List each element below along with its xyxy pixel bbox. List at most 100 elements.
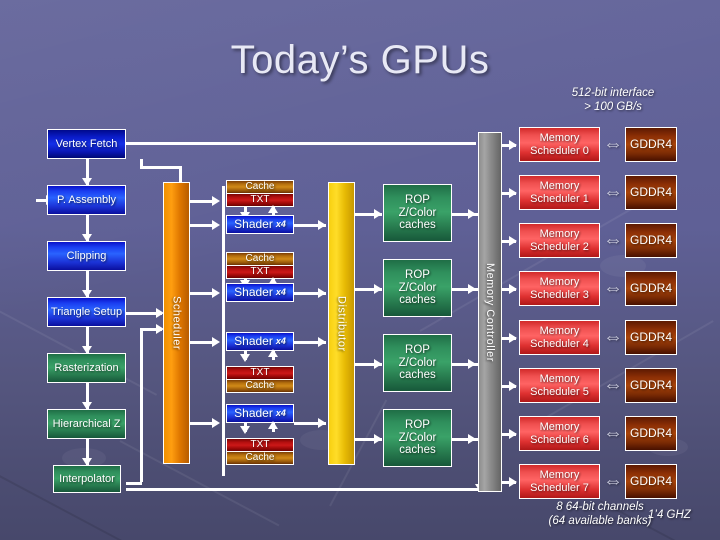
cache-box[interactable]: Cache [226,180,294,194]
gddr4-box[interactable]: GDDR4 [625,368,677,403]
memory-scheduler-line-2: Scheduler 5 [530,385,589,398]
cache-box[interactable]: Cache [226,451,294,465]
memory-scheduler-box[interactable]: Memory Scheduler 6 [519,416,600,451]
gddr4-box[interactable]: GDDR4 [625,416,677,451]
gddr4-box[interactable]: GDDR4 [625,320,677,355]
memory-scheduler-line-1: Memory [539,228,580,241]
shader-box[interactable]: Shader x4 [226,215,294,234]
bidirectional-arrow-icon: ⇔ [603,229,623,251]
cache-box-label: Cache [245,253,275,265]
memory-scheduler-box[interactable]: Memory Scheduler 7 [519,464,600,499]
shader-multiplier-label: x4 [275,219,286,230]
connector [140,330,143,482]
bidirectional-arrow-icon: ⇔ [603,422,623,444]
rop-line-2: Z/Color [398,431,437,444]
cache-box-label: Cache [245,181,275,193]
memory-scheduler-box[interactable]: Memory Scheduler 5 [519,368,600,403]
scheduler-bar-label: Scheduler [170,295,183,351]
txt-box[interactable]: TXT [226,265,294,279]
pipeline-box-triangle-setup[interactable]: Triangle Setup [47,297,126,327]
arrow-down [240,426,250,434]
rop-box[interactable]: ROP Z/Color caches [383,334,452,392]
txt-box[interactable]: TXT [226,438,294,452]
memory-scheduler-line-2: Scheduler 3 [530,288,589,301]
distributor-bar-label: Distributor [335,295,348,352]
pipeline-box-interpolator[interactable]: Interpolator [53,465,121,493]
cache-box[interactable]: Cache [226,252,294,266]
txt-box-label: TXT [250,266,270,278]
pipeline-box-label: Clipping [66,249,107,262]
arrow-right [509,429,517,439]
txt-box[interactable]: TXT [226,366,294,380]
gddr4-box[interactable]: GDDR4 [625,464,677,499]
gddr4-box[interactable]: GDDR4 [625,127,677,162]
shader-box-label: Shader [234,216,273,231]
gddr4-label: GDDR4 [629,377,672,392]
arrow-right [509,381,517,391]
memory-scheduler-box[interactable]: Memory Scheduler 1 [519,175,600,210]
shader-box[interactable]: Shader x4 [226,332,294,351]
txt-box-label: TXT [250,194,270,206]
memory-scheduler-box[interactable]: Memory Scheduler 0 [519,127,600,162]
pipeline-box-clipping[interactable]: Clipping [47,241,126,271]
memory-scheduler-line-1: Memory [539,276,580,289]
memory-scheduler-line-1: Memory [539,373,580,386]
distributor-bar[interactable]: Distributor [328,182,355,465]
arrow-up [268,205,278,213]
rop-line-1: ROP [405,268,430,281]
rop-box[interactable]: ROP Z/Color caches [383,259,452,317]
arrow-right [509,236,517,246]
shader-box[interactable]: Shader x4 [226,404,294,423]
memory-controller-bar[interactable]: Memory Controller [478,132,502,492]
pipeline-box-label: Rasterization [54,361,119,374]
cache-box-label: Cache [245,452,275,464]
pipeline-box-rasterization[interactable]: Rasterization [47,353,126,383]
shader-box[interactable]: Shader x4 [226,283,294,302]
pipeline-box-p-assembly[interactable]: P. Assembly [47,185,126,215]
arrow-right [374,359,382,369]
shader-multiplier-label: x4 [275,287,286,298]
memory-scheduler-box[interactable]: Memory Scheduler 4 [519,320,600,355]
rop-line-1: ROP [405,418,430,431]
txt-box-label: TXT [250,367,270,379]
arrow-right [509,188,517,198]
pipeline-box-label: Triangle Setup [50,305,123,318]
connector [222,186,225,476]
connector [126,482,142,485]
clock-note: 1’4 GHZ [648,509,691,521]
memory-scheduler-box[interactable]: Memory Scheduler 3 [519,271,600,306]
arrow-right [212,196,220,206]
cache-box[interactable]: Cache [226,379,294,393]
gddr4-label: GDDR4 [629,184,672,199]
rop-box[interactable]: ROP Z/Color caches [383,409,452,467]
interface-note: 512-bit interface > 100 GB/s [528,86,698,115]
gddr4-box[interactable]: GDDR4 [625,271,677,306]
memory-scheduler-line-2: Scheduler 1 [530,192,589,205]
memory-scheduler-box[interactable]: Memory Scheduler 2 [519,223,600,258]
arrow-right [212,288,220,298]
memory-scheduler-line-2: Scheduler 2 [530,240,589,253]
memory-controller-bar-label: Memory Controller [484,262,496,362]
rop-line-2: Z/Color [398,281,437,294]
arrow-right [468,434,476,444]
gddr4-label: GDDR4 [629,280,672,295]
page-title: Today’s GPUs [230,38,490,82]
arrow-right [318,418,326,428]
rop-line-3: caches [399,294,436,307]
shader-box-label: Shader [234,333,273,348]
scheduler-bar[interactable]: Scheduler [163,182,190,464]
memory-scheduler-line-2: Scheduler 0 [530,144,589,157]
arrow-right [468,209,476,219]
gddr4-label: GDDR4 [629,136,672,151]
connector [126,488,482,491]
rop-line-1: ROP [405,193,430,206]
pipeline-box-hierarchical-z[interactable]: Hierarchical Z [47,409,126,439]
gddr4-box[interactable]: GDDR4 [625,223,677,258]
pipeline-box-vertex-fetch[interactable]: Vertex Fetch [47,129,126,159]
arrow-right [374,284,382,294]
arrow-down [240,354,250,362]
rop-box[interactable]: ROP Z/Color caches [383,184,452,242]
shader-box-label: Shader [234,284,273,299]
gddr4-box[interactable]: GDDR4 [625,175,677,210]
txt-box[interactable]: TXT [226,193,294,207]
